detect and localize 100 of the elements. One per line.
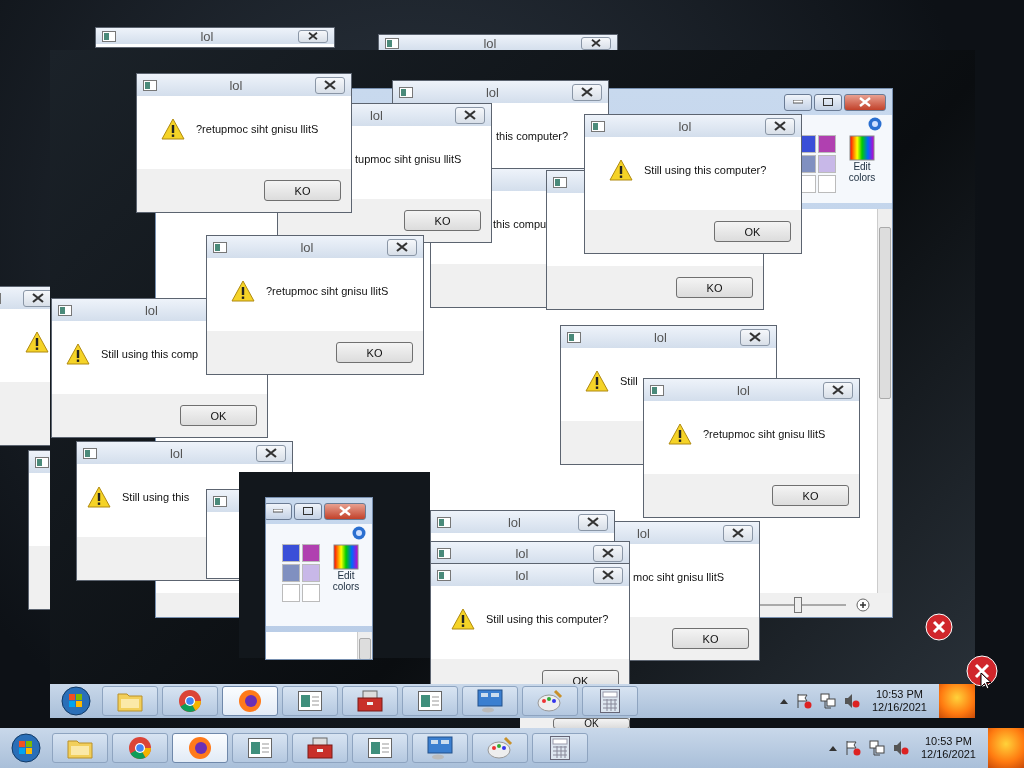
close-button[interactable] [723,524,753,542]
clock-date: 12/16/2021 [920,748,976,761]
window-icon [83,447,97,459]
clock-time: 10:53 PM [875,688,923,701]
window-icon [418,691,442,711]
maximize-icon [823,98,833,106]
taskbar-button[interactable] [532,733,588,763]
window-icon [385,37,399,49]
warning-icon [87,485,111,508]
taskbar-button[interactable] [222,686,278,716]
dialog-message: ?retupmoc siht gnisu llitS [703,427,826,440]
dialog-button[interactable]: OK [180,405,257,426]
maximize-button[interactable] [294,502,322,520]
close-button[interactable] [740,328,770,346]
close-button[interactable] [315,76,345,94]
toolbox-icon [357,690,383,712]
close-icon [602,570,614,580]
warning-icon [585,369,609,392]
edit-colors-button[interactable]: Edit colors [842,135,882,183]
dialog-button[interactable]: KO [264,180,341,201]
close-button[interactable] [387,238,417,256]
close-button[interactable] [593,544,623,562]
taskbar-button[interactable] [292,733,348,763]
edit-colors-button[interactable]: Edit colors [326,544,366,592]
dialog-message: this computer? [496,129,569,142]
dialog-message: this compu [493,217,547,230]
taskbar-button[interactable] [112,733,168,763]
close-icon [339,506,351,516]
window-title: lol [485,84,500,100]
flag-icon[interactable] [795,693,812,709]
folder-icon [117,690,143,712]
window-title: lol [736,382,751,398]
network-icon[interactable] [819,693,836,709]
dialog-message: ?retupmoc siht gnisu llitS [266,284,389,297]
browser-icon [178,689,202,713]
arrow-up-icon[interactable] [779,698,788,704]
window-title: lol [514,545,530,561]
error-icon [925,613,953,641]
taskbar-button[interactable] [162,686,218,716]
close-button[interactable] [23,289,53,307]
taskbar-button[interactable] [282,686,338,716]
taskbar-button[interactable] [232,733,288,763]
close-button[interactable] [298,29,328,43]
close-icon [581,87,593,97]
dialog-button[interactable]: KO [676,277,753,298]
taskbar-button[interactable] [352,733,408,763]
window-icon [567,331,581,343]
window-icon [591,120,605,132]
color-palette[interactable] [282,544,320,602]
close-icon [464,110,476,120]
close-icon [32,293,44,303]
taskbar-button[interactable] [582,686,638,716]
taskbar-button[interactable] [402,686,458,716]
maximize-icon [303,507,313,515]
flag-icon[interactable] [844,740,861,756]
close-button[interactable] [572,83,602,101]
arrow-up-icon[interactable] [828,745,837,751]
dialog-button[interactable]: KO [672,628,749,649]
window-icon [298,691,322,711]
warning-icon [668,422,692,445]
speaker-muted-icon[interactable] [843,693,860,709]
maximize-button[interactable] [814,93,842,111]
vertical-scrollbar[interactable] [357,632,372,659]
close-button[interactable] [823,381,853,399]
window-title: lol [199,28,215,44]
clock[interactable]: 10:53 PM 12/16/2021 [916,735,980,761]
network-icon[interactable] [868,740,885,756]
taskbar-button[interactable] [462,686,518,716]
help-icon[interactable] [868,117,882,131]
spectrum-icon [849,135,875,161]
window-icon [437,547,451,559]
window-icon [143,79,157,91]
close-button[interactable] [593,566,623,584]
close-button[interactable] [256,444,286,462]
vertical-scrollbar[interactable] [877,209,892,593]
close-button[interactable] [581,36,611,50]
zoom-in-icon[interactable] [856,598,870,612]
minimize-button[interactable] [266,502,292,520]
taskbar-button[interactable] [412,733,468,763]
window-title: lol [299,239,315,255]
close-button[interactable] [455,106,485,124]
dialog-button[interactable]: KO [772,485,849,506]
dialog-button[interactable]: KO [336,342,413,363]
window-title: lol [169,445,184,461]
taskbar-button[interactable] [342,686,398,716]
clock[interactable]: 10:53 PM 12/16/2021 [867,688,931,714]
browser-icon [188,736,212,760]
dialog-button[interactable]: KO [404,210,481,231]
minimize-button[interactable] [784,93,812,111]
monitor-icon [477,689,503,713]
close-button[interactable] [765,117,795,135]
warning-icon [231,279,255,302]
taskbar-button[interactable] [172,733,228,763]
dialog-button[interactable]: OK [714,221,791,242]
warning-icon [609,158,633,181]
window-icon [650,384,664,396]
help-icon[interactable] [352,526,366,540]
warning-icon [451,607,475,630]
close-button[interactable] [578,513,608,531]
speaker-muted-icon[interactable] [892,740,909,756]
